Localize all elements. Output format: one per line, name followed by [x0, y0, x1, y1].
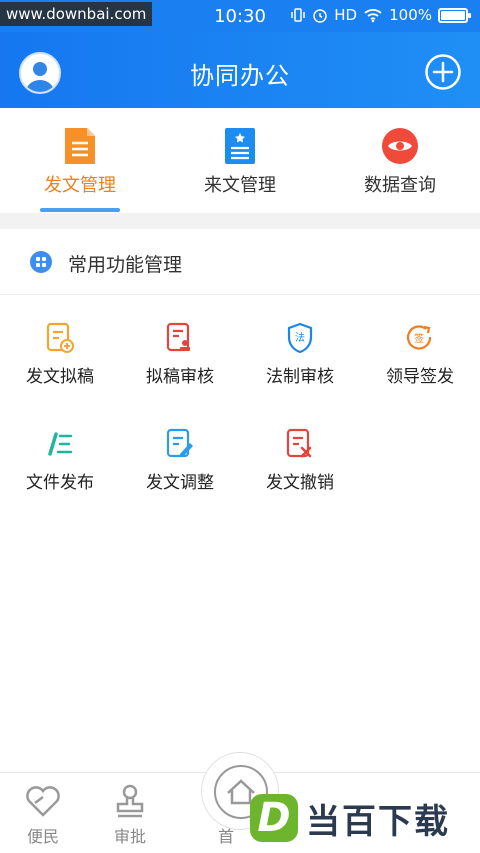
brand-text: 当百下载 — [306, 801, 450, 842]
function-label: 领导签发 — [386, 367, 454, 387]
function-publish[interactable]: 文件发布 — [0, 428, 120, 518]
revoke-document-icon — [286, 428, 312, 458]
section-divider — [0, 213, 480, 229]
brand-watermark: D 当百下载 — [250, 792, 450, 844]
draft-review-icon — [166, 322, 190, 352]
plus-circle-icon[interactable] — [424, 53, 462, 91]
function-label: 文件发布 — [26, 473, 94, 493]
grid-apps-icon — [30, 251, 52, 273]
incoming-document-icon — [225, 128, 255, 164]
nav-label: 审批 — [113, 827, 146, 846]
page-title: 协同办公 — [190, 62, 290, 90]
function-label: 发文拟稿 — [26, 367, 94, 387]
wifi-icon — [364, 9, 382, 23]
nav-item-approval[interactable]: 审批 — [90, 773, 170, 853]
function-legal-review[interactable]: 法 法制审核 — [240, 322, 360, 412]
top-tabs: 发文管理 来文管理 数据查询 — [0, 108, 480, 213]
heart-tag-icon — [26, 786, 60, 817]
nav-label: 便民 — [26, 827, 59, 846]
function-label: 发文调整 — [146, 473, 214, 493]
function-label: 拟稿审核 — [146, 367, 214, 387]
sign-off-icon: 签 — [406, 325, 432, 350]
nav-item-convenience[interactable]: 便民 — [3, 773, 83, 853]
function-draft[interactable]: 发文拟稿 — [0, 322, 120, 412]
publish-icon — [48, 432, 73, 456]
active-tab-indicator — [40, 208, 120, 212]
alarm-icon — [313, 9, 328, 23]
tab-data-query[interactable]: 数据查询 — [320, 108, 480, 213]
outgoing-document-icon — [65, 128, 95, 164]
section-title: 常用功能管理 — [68, 254, 183, 276]
vibrate-icon — [291, 8, 306, 22]
network-type: HD — [334, 6, 358, 24]
sign-glyph: 签 — [414, 332, 424, 345]
status-icons: HD 100% — [290, 6, 471, 24]
legal-shield-icon: 法 — [287, 322, 313, 354]
function-revoke[interactable]: 发文撤销 — [240, 428, 360, 518]
function-adjust[interactable]: 发文调整 — [120, 428, 240, 518]
tab-incoming[interactable]: 来文管理 — [160, 108, 320, 213]
status-bar: www.downbai.com 10:30 HD 100% — [0, 0, 480, 32]
stamp-icon — [116, 784, 144, 818]
function-label: 发文撤销 — [266, 473, 334, 493]
battery-percent: 100% — [389, 6, 432, 24]
tab-label: 发文管理 — [44, 175, 116, 196]
function-label: 法制审核 — [266, 367, 334, 387]
battery-fill — [441, 10, 465, 20]
edit-document-icon — [166, 428, 193, 458]
tab-label: 数据查询 — [364, 175, 436, 196]
function-leader-sign[interactable]: 签 领导签发 — [360, 322, 480, 412]
tab-label: 来文管理 — [204, 175, 276, 196]
function-draft-review[interactable]: 拟稿审核 — [120, 322, 240, 412]
tab-outgoing[interactable]: 发文管理 — [0, 108, 160, 213]
section-header: 常用功能管理 — [0, 229, 480, 295]
brand-logo: D — [250, 794, 298, 842]
app-header: 协同办公 — [0, 32, 480, 108]
eye-icon — [382, 128, 418, 164]
draft-add-icon — [46, 322, 74, 353]
battery-icon — [438, 7, 471, 23]
legal-glyph: 法 — [295, 331, 305, 344]
